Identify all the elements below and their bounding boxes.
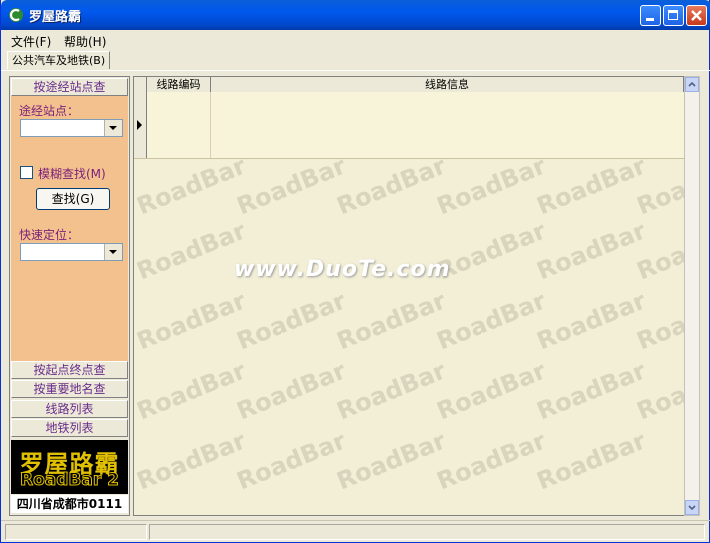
chevron-down-icon[interactable]: [104, 244, 122, 260]
quick-locate-label: 快速定位：: [19, 228, 80, 242]
watermark: RoadBar: [532, 216, 650, 286]
column-divider: [210, 92, 211, 158]
watermark: RoadBar: [432, 426, 550, 496]
scroll-down-button[interactable]: [685, 500, 699, 515]
watermark: RoadBar: [232, 426, 350, 496]
status-bar: [1, 520, 710, 543]
watermark: RoadBar: [232, 286, 350, 356]
watermark: RoadBar: [532, 426, 650, 496]
watermark: RoadBar: [332, 356, 450, 426]
watermark: RoadBar: [133, 356, 250, 426]
chevron-up-icon: [688, 81, 696, 87]
chevron-down-icon[interactable]: [104, 120, 122, 136]
fuzzy-search-label: 模糊查找(M): [38, 167, 106, 181]
fuzzy-search-checkbox[interactable]: [20, 166, 33, 179]
route-list-button[interactable]: 线路列表: [11, 400, 128, 418]
maximize-icon: [668, 10, 678, 20]
app-window: 罗屋路霸 文件(F) 帮助(H) 公共汽车及地铁(B) 按途经站点查 途经站点：…: [0, 0, 710, 543]
watermark: RoadBar: [432, 286, 550, 356]
tab-strip: 公共汽车及地铁(B): [1, 50, 710, 71]
close-button[interactable]: [686, 5, 707, 26]
status-pane-main: [149, 524, 705, 540]
search-by-landmark-button[interactable]: 按重要地名查: [11, 380, 128, 398]
watermark: RoadBar: [133, 216, 250, 286]
stop-combobox[interactable]: [20, 119, 123, 137]
watermark: RoadBar: [532, 286, 650, 356]
scroll-up-button[interactable]: [685, 77, 699, 92]
row-selector-arrow-icon[interactable]: [134, 92, 147, 158]
watermark: RoadBar: [432, 356, 550, 426]
tab-bus-subway[interactable]: 公共汽车及地铁(B): [7, 51, 111, 69]
menu-bar: 文件(F) 帮助(H): [1, 30, 710, 50]
column-header-route-info[interactable]: 线路信息: [211, 77, 684, 92]
column-header-route-code[interactable]: 线路编码: [147, 77, 211, 92]
subway-list-button[interactable]: 地铁列表: [11, 419, 128, 437]
menu-help[interactable]: 帮助(H): [64, 33, 106, 50]
stop-label: 途经站点：: [19, 104, 80, 118]
search-panel: 按途经站点查 途经站点： 模糊查找(M) 查找(G) 快速定位： 按起点终点查 …: [9, 76, 130, 516]
watermark: RoadBar: [332, 426, 450, 496]
watermark: RoadBar: [133, 151, 250, 221]
watermark: RoadBar: [332, 151, 450, 221]
watermark: RoadBar: [232, 151, 350, 221]
search-by-endpoints-button[interactable]: 按起点终点查: [11, 361, 128, 379]
find-button[interactable]: 查找(G): [36, 188, 110, 210]
site-watermark: www.DuoTe.com: [234, 257, 451, 282]
stop-search-section: 途经站点： 模糊查找(M) 查找(G) 快速定位：: [11, 96, 128, 361]
maximize-button[interactable]: [663, 5, 684, 26]
route-grid[interactable]: RoadBar RoadBar RoadBar RoadBar RoadBar …: [133, 76, 700, 516]
search-by-stop-button[interactable]: 按途经站点查: [11, 78, 128, 96]
window-title: 罗屋路霸: [29, 10, 82, 25]
watermark: RoadBar: [532, 151, 650, 221]
table-row[interactable]: [134, 92, 684, 159]
vertical-scrollbar[interactable]: [684, 76, 700, 516]
quick-locate-combobox[interactable]: [20, 243, 123, 261]
city-label: 四川省成都市0111: [11, 495, 128, 513]
watermark: RoadBar: [332, 286, 450, 356]
logo-english-text: RoadBar 2: [20, 470, 120, 491]
watermark: RoadBar: [133, 286, 250, 356]
minimize-button[interactable]: [640, 5, 661, 26]
menu-file[interactable]: 文件(F): [11, 33, 51, 50]
status-pane-left: [5, 524, 147, 540]
minimize-icon: [646, 18, 654, 21]
watermark: RoadBar: [532, 356, 650, 426]
grid-header: 线路编码 线路信息: [134, 77, 684, 93]
chevron-down-icon: [688, 505, 696, 511]
watermark: RoadBar: [232, 356, 350, 426]
close-icon: [691, 10, 702, 21]
row-selector-header: [134, 77, 147, 92]
title-bar[interactable]: 罗屋路霸: [1, 0, 710, 30]
roadbar-logo: 罗屋路霸 RoadBar 2: [11, 440, 128, 494]
watermark: RoadBar: [133, 426, 250, 496]
app-icon: [9, 8, 23, 22]
watermark: RoadBar: [432, 151, 550, 221]
